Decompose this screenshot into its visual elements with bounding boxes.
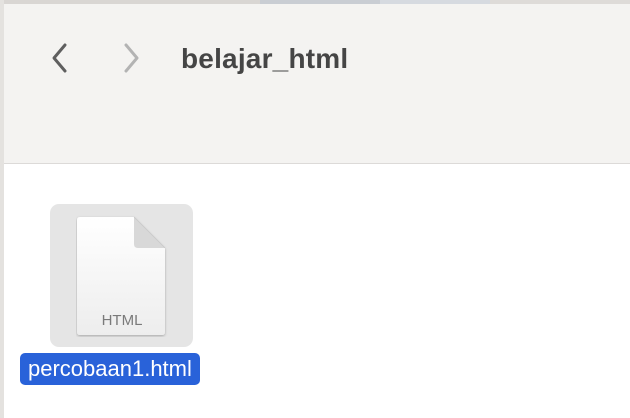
forward-button[interactable]: [117, 40, 145, 76]
chevron-left-icon: [52, 43, 67, 73]
file-item[interactable]: HTML percobaan1.html: [20, 204, 224, 388]
finder-window: belajar_html HTML percobaan1.html: [0, 0, 630, 418]
file-list: HTML percobaan1.html: [4, 164, 630, 418]
chevron-right-icon: [124, 43, 139, 73]
toolbar: belajar_html: [4, 4, 630, 164]
html-document-icon: HTML: [77, 216, 166, 335]
back-button[interactable]: [46, 40, 74, 76]
file-type-label: HTML: [102, 312, 143, 329]
file-name-label[interactable]: percobaan1.html: [20, 353, 200, 385]
window-title: belajar_html: [181, 43, 349, 74]
